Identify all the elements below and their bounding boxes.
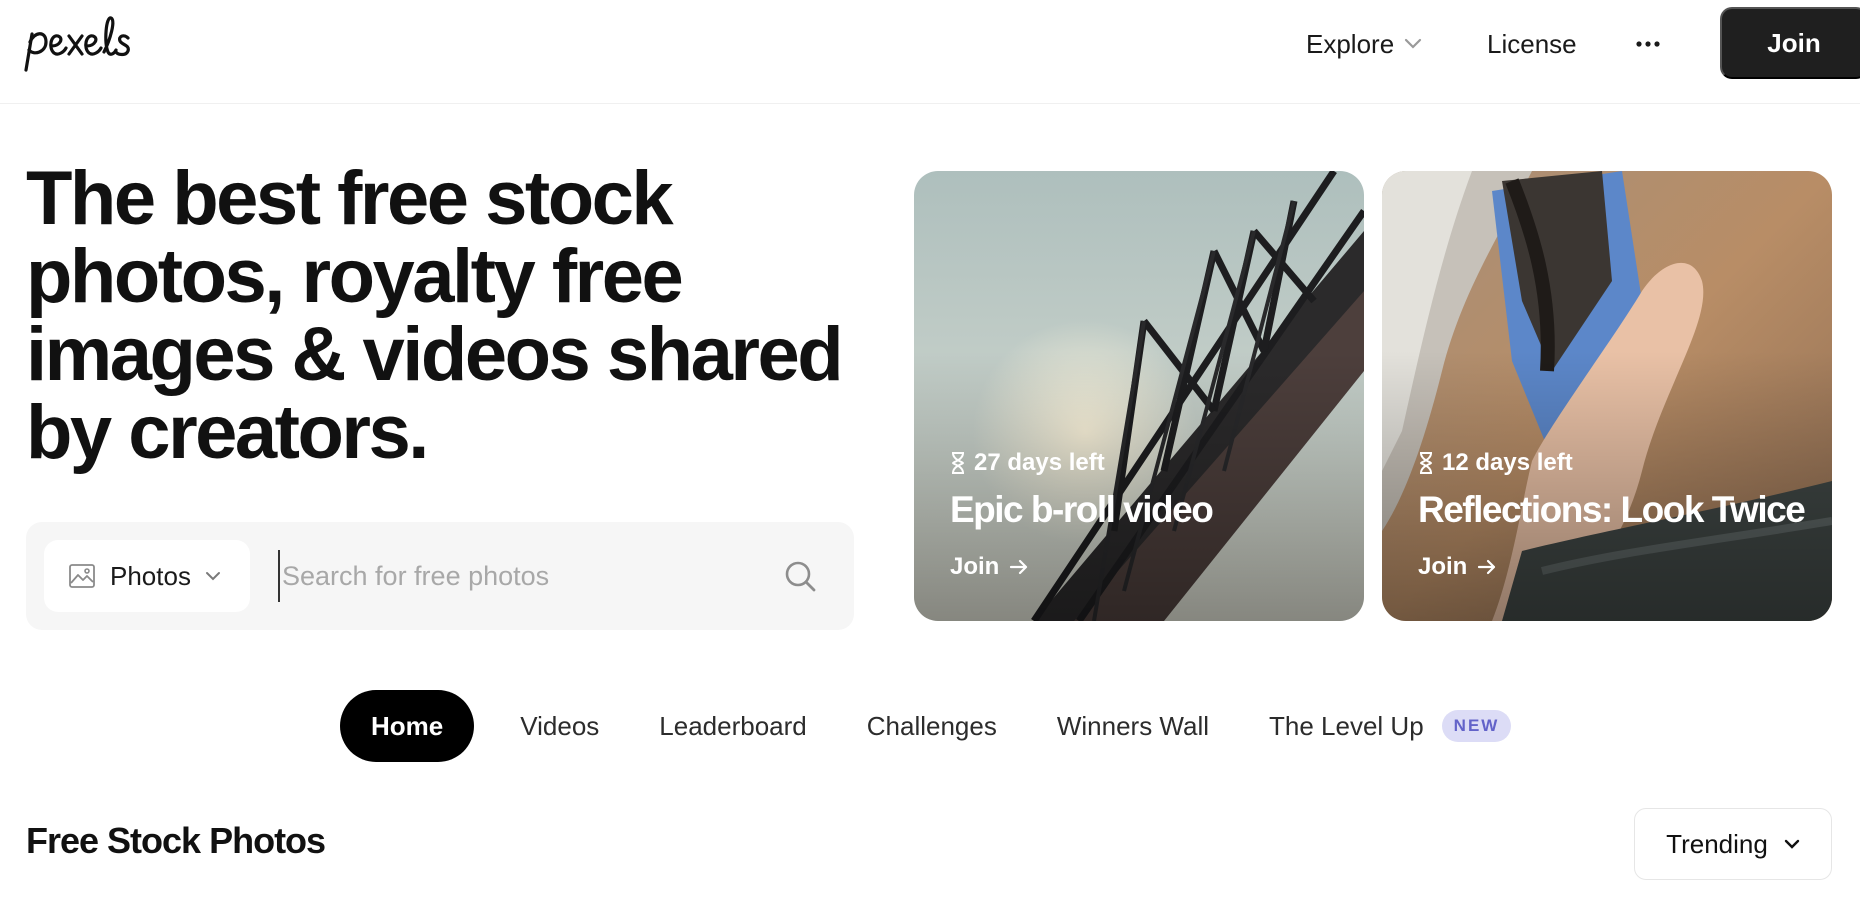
top-navigation: Explore License Join: [0, 0, 1860, 104]
tab-label: Videos: [520, 710, 600, 741]
image-icon: [69, 564, 95, 588]
sort-label: Trending: [1666, 828, 1768, 859]
explore-menu[interactable]: Explore: [1306, 24, 1422, 64]
challenge-card-epic-b-roll[interactable]: 27 days left Epic b-roll video Join: [914, 171, 1364, 621]
chevron-down-icon: [1784, 839, 1800, 849]
tab-label: Winners Wall: [1056, 710, 1210, 741]
challenge-title: Reflections: Look Twice: [1418, 489, 1806, 530]
challenge-title: Epic b-roll video: [950, 489, 1214, 530]
chevron-down-icon: [1405, 38, 1422, 49]
tab-label: Home: [371, 710, 444, 741]
tab-label: Leaderboard: [659, 710, 807, 741]
new-badge: NEW: [1441, 710, 1512, 742]
challenge-join-link[interactable]: Join: [950, 553, 1029, 581]
tab-winners-wall[interactable]: Winners Wall: [1027, 690, 1239, 762]
search-icon[interactable]: [782, 558, 818, 594]
hero-title: The best free stock photos, royalty free…: [26, 156, 844, 475]
sort-dropdown[interactable]: Trending: [1634, 808, 1832, 880]
search-bar: Photos: [26, 522, 854, 630]
hourglass-icon: [951, 452, 965, 474]
license-label: License: [1487, 28, 1577, 59]
media-type-select[interactable]: Photos: [44, 540, 250, 612]
chevron-down-icon: [205, 572, 220, 581]
challenge-join-label: Join: [950, 553, 1000, 580]
tab-leaderboard[interactable]: Leaderboard: [629, 690, 836, 762]
arrow-right-icon: [1010, 559, 1028, 575]
tab-the-level-up[interactable]: The Level Up NEW: [1239, 690, 1541, 762]
challenge-join-label: Join: [1418, 553, 1468, 580]
days-left: 27 days left: [950, 449, 1105, 477]
tab-label: The Level Up: [1269, 710, 1424, 741]
media-type-label: Photos: [110, 560, 191, 591]
hourglass-icon: [1419, 452, 1433, 474]
join-button[interactable]: Join: [1720, 7, 1860, 79]
challenge-card-reflections[interactable]: 12 days left Reflections: Look Twice Joi…: [1382, 171, 1832, 621]
tab-label: Challenges: [866, 710, 997, 741]
more-menu-button[interactable]: [1630, 24, 1666, 64]
more-dots-icon: [1636, 41, 1660, 47]
join-button-label: Join: [1767, 27, 1821, 58]
pexels-logo-icon: [24, 16, 130, 72]
days-left-text: 12 days left: [1442, 449, 1573, 476]
days-left: 12 days left: [1418, 449, 1573, 477]
tab-home[interactable]: Home: [340, 690, 475, 762]
pexels-logo[interactable]: [24, 12, 156, 74]
license-link[interactable]: License: [1487, 24, 1577, 64]
section-title: Free Stock Photos: [26, 820, 326, 861]
days-left-text: 27 days left: [974, 449, 1105, 476]
challenge-join-link[interactable]: Join: [1418, 553, 1497, 581]
main-tabs: Home Videos Leaderboard Challenges Winne…: [340, 690, 1541, 762]
search-input[interactable]: [278, 550, 778, 602]
tab-challenges[interactable]: Challenges: [837, 690, 1027, 762]
arrow-right-icon: [1478, 559, 1496, 575]
explore-label: Explore: [1306, 28, 1395, 59]
tab-videos[interactable]: Videos: [490, 690, 629, 762]
